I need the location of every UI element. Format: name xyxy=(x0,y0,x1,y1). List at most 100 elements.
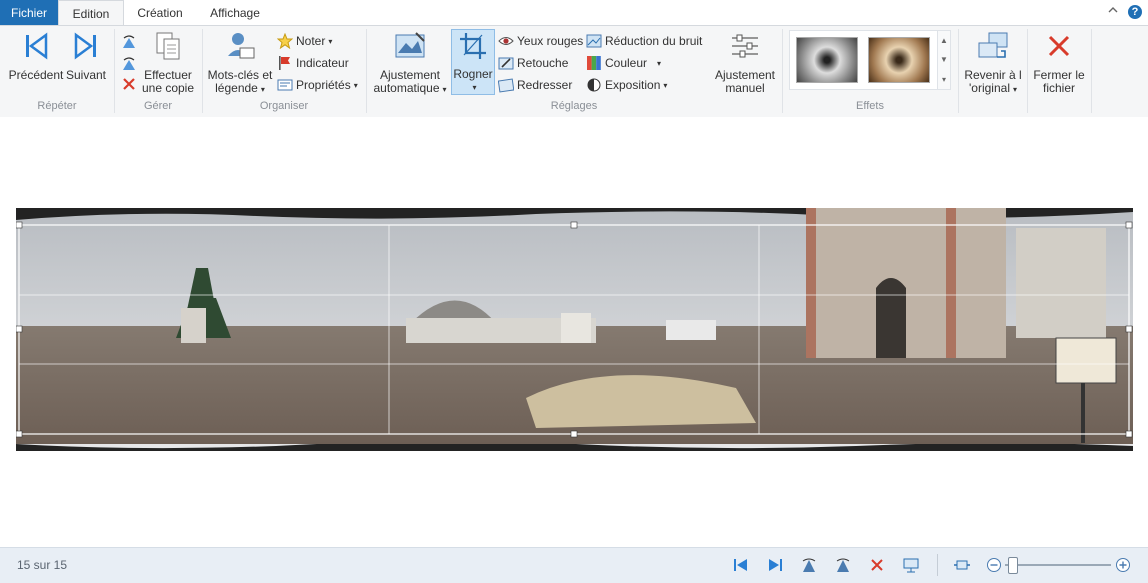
sliders-icon xyxy=(728,29,762,63)
manual-adjust-label-2: manuel xyxy=(725,81,765,95)
manual-adjust-button[interactable]: Ajustement manuel xyxy=(712,29,778,95)
group-label-gerer: Gérer xyxy=(143,100,173,112)
image-count: 15 sur 15 xyxy=(17,558,68,572)
zoom-slider-track[interactable] xyxy=(1005,564,1111,566)
make-copy-button[interactable]: Effectuer une copie xyxy=(140,29,196,95)
straighten-button[interactable]: Redresser xyxy=(498,76,572,94)
auto-adjust-label-2: automatique ▾ xyxy=(373,81,447,95)
retouch-button[interactable]: Retouche xyxy=(498,54,568,72)
next-icon xyxy=(69,29,103,63)
crop-button[interactable]: Rogner ▾ xyxy=(451,29,495,95)
last-image-icon[interactable] xyxy=(766,556,784,574)
effect-thumbnail-sepia[interactable] xyxy=(868,37,930,83)
status-bar: 15 sur 15 xyxy=(0,547,1148,583)
noise-reduction-label: Réduction du bruit xyxy=(605,34,703,48)
retouch-icon xyxy=(498,55,514,71)
red-eye-button[interactable]: Yeux rouges xyxy=(498,32,583,50)
rate-label: Noter xyxy=(296,34,326,48)
rotate-right-icon xyxy=(121,56,137,72)
scroll-up-icon[interactable]: ▲ xyxy=(940,36,948,45)
flag-label: Indicateur xyxy=(296,56,349,70)
previous-label: Précédent xyxy=(8,68,64,82)
rate-button[interactable]: Noter ▾ xyxy=(277,32,332,50)
photo-canvas[interactable] xyxy=(0,117,1148,547)
rotate-left-icon xyxy=(121,34,137,50)
delete-icon xyxy=(121,76,137,92)
gallery-scrollbar[interactable]: ▲ ▼ ▾ xyxy=(937,30,951,90)
keywords-icon xyxy=(223,29,257,63)
exposure-icon xyxy=(586,77,602,93)
straighten-icon xyxy=(498,77,514,93)
crop-label: Rogner xyxy=(453,67,493,81)
red-eye-label: Yeux rouges xyxy=(517,34,584,48)
ribbon: Précédent Suivant Répéter Effectuer une … xyxy=(0,25,1148,118)
previous-icon xyxy=(19,29,53,63)
next-button[interactable]: Suivant xyxy=(64,29,108,82)
ribbon-tab-bar: Fichier Edition Création Affichage ? xyxy=(0,0,1148,26)
group-label-effets: Effets xyxy=(856,100,884,112)
auto-adjust-icon xyxy=(393,29,427,63)
close-file-button[interactable]: Fermer le fichier xyxy=(1030,29,1088,95)
revert-label-2: 'original ▾ xyxy=(969,81,1017,95)
properties-button[interactable]: Propriétés ▾ xyxy=(277,76,358,94)
previous-button[interactable]: Précédent xyxy=(8,29,64,82)
auto-adjust-button[interactable]: Ajustement automatique ▾ xyxy=(372,29,448,96)
group-label-reglages: Réglages xyxy=(550,100,598,112)
next-label: Suivant xyxy=(65,68,107,82)
group-divider xyxy=(1027,29,1028,113)
exposure-label: Exposition xyxy=(605,78,661,92)
rotate-right-icon[interactable] xyxy=(834,556,852,574)
status-divider xyxy=(937,554,938,576)
retouch-label: Retouche xyxy=(517,56,569,70)
noise-reduction-button[interactable]: Réduction du bruit xyxy=(586,32,702,50)
make-copy-label-2: une copie xyxy=(141,81,195,95)
panorama-photo[interactable] xyxy=(16,208,1133,451)
delete-button[interactable] xyxy=(121,75,140,93)
help-icon[interactable]: ? xyxy=(1128,5,1142,19)
properties-label: Propriétés xyxy=(296,78,351,92)
rotate-right-button[interactable] xyxy=(121,55,140,73)
color-button[interactable]: Couleur ▾ xyxy=(586,54,661,72)
crop-icon xyxy=(456,30,490,62)
group-label-organiser: Organiser xyxy=(259,100,309,112)
tab-file[interactable]: Fichier xyxy=(0,0,58,25)
straighten-label: Redresser xyxy=(517,78,573,92)
flag-icon xyxy=(277,55,293,71)
tab-view[interactable]: Affichage xyxy=(200,0,270,25)
slideshow-icon[interactable] xyxy=(902,556,920,574)
rotate-left-button[interactable] xyxy=(121,33,140,51)
zoom-in-icon[interactable] xyxy=(1114,556,1132,574)
gallery-expand-icon[interactable]: ▾ xyxy=(942,75,946,84)
close-file-label-2: fichier xyxy=(1042,81,1075,95)
crop-dropdown-icon[interactable]: ▾ xyxy=(472,81,476,94)
group-label-repeter: Répéter xyxy=(37,100,77,112)
effect-thumbnail-bw[interactable] xyxy=(796,37,858,83)
keywords-label-2: légende ▾ xyxy=(215,81,265,95)
keywords-caption-button[interactable]: Mots-clés et légende ▾ xyxy=(206,29,274,96)
fit-to-window-icon[interactable] xyxy=(953,556,971,574)
collapse-ribbon-icon[interactable] xyxy=(1108,4,1118,18)
color-palette-icon xyxy=(586,55,602,71)
delete-icon[interactable] xyxy=(868,556,886,574)
effects-gallery xyxy=(789,30,939,90)
tab-creation[interactable]: Création xyxy=(128,0,192,25)
revert-original-button[interactable]: Revenir à l 'original ▾ xyxy=(962,29,1024,96)
revert-icon xyxy=(976,29,1010,63)
zoom-slider-thumb[interactable] xyxy=(1008,557,1018,574)
zoom-out-icon[interactable] xyxy=(985,556,1003,574)
group-divider xyxy=(958,29,959,113)
first-image-icon[interactable] xyxy=(732,556,750,574)
close-icon xyxy=(1042,29,1076,63)
exposure-button[interactable]: Exposition ▾ xyxy=(586,76,667,94)
color-label: Couleur xyxy=(605,56,648,70)
group-divider xyxy=(1091,29,1092,113)
noise-reduction-icon xyxy=(586,33,602,49)
properties-icon xyxy=(277,77,293,93)
tab-edition[interactable]: Edition xyxy=(58,0,124,26)
rotate-left-icon[interactable] xyxy=(800,556,818,574)
flag-button[interactable]: Indicateur xyxy=(277,54,349,72)
star-icon xyxy=(277,33,293,49)
copy-icon xyxy=(151,29,185,63)
scroll-down-icon[interactable]: ▼ xyxy=(940,55,948,64)
eye-icon xyxy=(498,33,514,49)
